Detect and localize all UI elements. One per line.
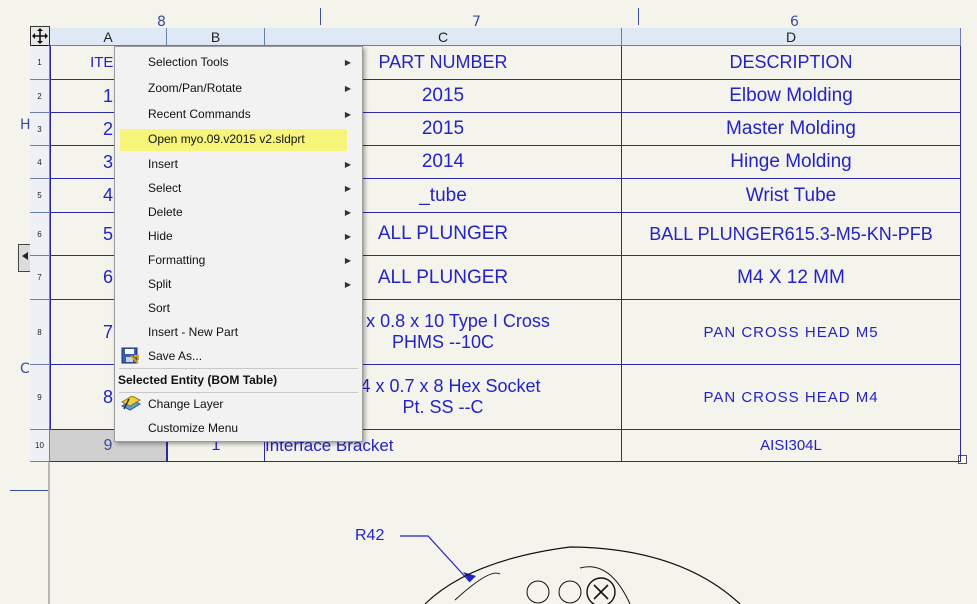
menu-item-open-part[interactable]: Open myo.09.v2015 v2.sldprt xyxy=(115,128,362,151)
menu-item-label: Recent Commands xyxy=(148,107,251,121)
menu-item-label: Split xyxy=(148,277,172,291)
hole-circle xyxy=(558,580,582,604)
change-layer-icon xyxy=(121,396,141,411)
menu-item-insert[interactable]: Insert ▶ xyxy=(115,153,362,175)
menu-item-customize-menu[interactable]: Customize Menu xyxy=(115,417,362,439)
menu-item-formatting[interactable]: Formatting ▶ xyxy=(115,249,362,271)
menu-item-selection-tools[interactable]: Selection Tools ▶ xyxy=(115,51,362,73)
menu-item-hide[interactable]: Hide ▶ xyxy=(115,225,362,247)
leader-line xyxy=(400,535,471,583)
menu-item-label: Insert xyxy=(148,157,179,171)
hole-circle xyxy=(526,580,550,604)
menu-item-label: Sort xyxy=(148,301,171,315)
menu-item-change-layer[interactable]: Change Layer xyxy=(115,393,362,415)
part-edge xyxy=(579,566,631,604)
context-menu: Selection Tools ▶ Zoom/Pan/Rotate ▶ Rece… xyxy=(114,46,363,442)
menu-item-delete[interactable]: Delete ▶ xyxy=(115,201,362,223)
menu-item-label: Insert - New Part xyxy=(148,325,239,339)
menu-item-label: Delete xyxy=(148,205,183,219)
chevron-right-icon: ▶ xyxy=(344,57,351,67)
chevron-right-icon: ▶ xyxy=(344,255,351,265)
menu-item-save-as[interactable]: Save As... xyxy=(115,345,362,367)
menu-item-label: Hide xyxy=(148,229,173,243)
menu-item-label: Selection Tools xyxy=(148,55,229,69)
chevron-right-icon: ▶ xyxy=(344,109,351,119)
menu-item-label: Change Layer xyxy=(148,397,224,411)
menu-item-label: Open myo.09.v2015 v2.sldprt xyxy=(148,132,305,146)
menu-item-select[interactable]: Select ▶ xyxy=(115,177,362,199)
chevron-right-icon: ▶ xyxy=(344,159,351,169)
menu-item-insert-new-part[interactable]: Insert - New Part xyxy=(115,321,362,343)
menu-item-label: Customize Menu xyxy=(148,421,239,435)
menu-item-recent-commands[interactable]: Recent Commands ▶ xyxy=(115,103,362,125)
chevron-right-icon: ▶ xyxy=(344,231,351,241)
hole-cross xyxy=(593,584,609,600)
chevron-right-icon: ▶ xyxy=(344,207,351,217)
chevron-right-icon: ▶ xyxy=(344,279,351,289)
menu-item-sort[interactable]: Sort xyxy=(115,297,362,319)
menu-item-label: Formatting xyxy=(148,253,206,267)
menu-section-title: Selected Entity (BOM Table) xyxy=(115,369,362,391)
part-edge xyxy=(454,572,501,601)
menu-item-label: Zoom/Pan/Rotate xyxy=(148,81,243,95)
menu-item-label: Save As... xyxy=(148,349,203,363)
section-title-label: Selected Entity (BOM Table) xyxy=(118,373,278,387)
menu-item-split[interactable]: Split ▶ xyxy=(115,273,362,295)
menu-item-label: Select xyxy=(148,181,182,195)
save-as-icon xyxy=(121,347,139,364)
menu-item-zoom-pan-rotate[interactable]: Zoom/Pan/Rotate ▶ xyxy=(115,77,362,99)
chevron-right-icon: ▶ xyxy=(344,83,351,93)
chevron-right-icon: ▶ xyxy=(344,183,351,193)
